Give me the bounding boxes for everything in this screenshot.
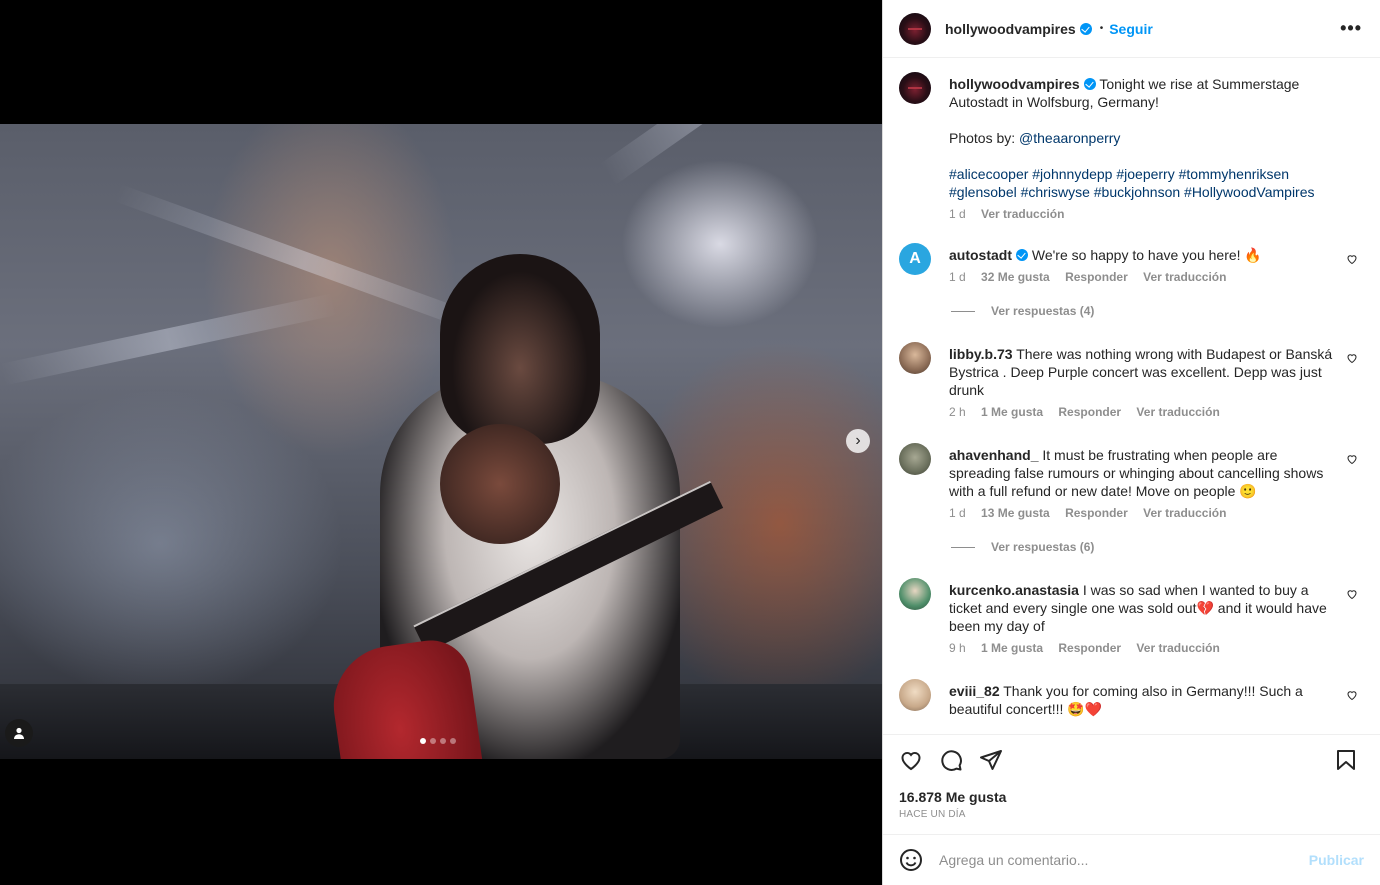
separator: • <box>1099 23 1104 34</box>
share-icon[interactable] <box>979 748 1003 772</box>
heart-icon[interactable] <box>899 748 923 772</box>
reply-button[interactable]: Responder <box>1058 405 1121 419</box>
heart-icon[interactable] <box>1346 253 1358 265</box>
heart-icon[interactable] <box>1346 352 1358 364</box>
performer-head <box>440 254 600 444</box>
reply-button[interactable]: Responder <box>1065 270 1128 284</box>
translate-button[interactable]: Ver traducción <box>1143 506 1226 520</box>
avatar[interactable] <box>899 342 931 374</box>
post-time: Hace un día <box>899 809 966 820</box>
carousel-dot <box>420 738 426 744</box>
reply-button[interactable]: Responder <box>1058 641 1121 655</box>
avatar[interactable]: A <box>899 243 931 275</box>
translate-button[interactable]: Ver traducción <box>1136 405 1219 419</box>
translate-button[interactable]: Ver traducción <box>1136 641 1219 655</box>
heart-icon[interactable] <box>1346 453 1358 465</box>
carousel-indicator <box>420 738 456 744</box>
carousel-dot <box>450 738 456 744</box>
bookmark-icon[interactable] <box>1334 748 1358 772</box>
heart-icon[interactable] <box>1346 588 1358 600</box>
comment-time: 1 d <box>949 506 966 520</box>
comment-username[interactable]: kurcenko.anastasia <box>949 582 1079 598</box>
chevron-right-icon[interactable]: › <box>846 429 870 453</box>
post-header: hollywoodvampires • Seguir ••• <box>883 0 1380 58</box>
emoji-icon[interactable] <box>899 848 923 872</box>
comment-username[interactable]: libby.b.73 <box>949 346 1013 362</box>
comment: eviii_82 Thank you for coming also in Ge… <box>899 679 1364 718</box>
comment-time: 2 h <box>949 405 966 419</box>
avatar[interactable] <box>899 12 931 45</box>
comment-username[interactable]: autostadt <box>949 247 1012 263</box>
carousel-dot <box>430 738 436 744</box>
tagged-user-icon[interactable] <box>5 719 33 747</box>
comment-username[interactable]: ahavenhand_ <box>949 447 1038 463</box>
verified-icon <box>1083 78 1096 90</box>
more-options-icon[interactable]: ••• <box>1340 18 1362 39</box>
translate-button[interactable]: Ver traducción <box>981 207 1064 221</box>
verified-icon <box>1016 249 1028 261</box>
comment: A autostadt We're so happy to have you h… <box>899 243 1364 284</box>
avatar[interactable] <box>899 679 931 711</box>
view-replies-button[interactable]: Ver respuestas (4) <box>949 304 1364 318</box>
comment-likes[interactable]: 13 Me gusta <box>981 506 1050 520</box>
avatar[interactable] <box>899 72 931 104</box>
photo-credit-link[interactable]: @theaaronperry <box>1019 130 1120 146</box>
comment-username[interactable]: eviii_82 <box>949 683 1000 699</box>
comments-list: hollywoodvampires Tonight we rise at Sum… <box>883 58 1380 734</box>
carousel-dot <box>440 738 446 744</box>
photos-prefix: Photos by: <box>949 130 1020 146</box>
comment-time: 1 d <box>949 270 966 284</box>
comment-likes[interactable]: 1 Me gusta <box>981 405 1043 419</box>
comment-text: We're so happy to have you here! 🔥 <box>1031 247 1262 263</box>
avatar[interactable] <box>899 443 931 475</box>
verified-icon <box>1079 22 1092 35</box>
reply-button[interactable]: Responder <box>1065 506 1128 520</box>
post-sidebar: hollywoodvampires • Seguir ••• hollywood… <box>882 0 1380 885</box>
comment: kurcenko.anastasia I was so sad when I w… <box>899 578 1364 655</box>
post-actions: 16.878 Me gusta Hace un día <box>883 734 1380 834</box>
likes-count[interactable]: 16.878 Me gusta <box>899 789 1364 805</box>
comment-icon[interactable] <box>939 748 963 772</box>
media-panel: › <box>0 0 882 885</box>
follow-button[interactable]: Seguir <box>1109 21 1153 37</box>
add-comment-bar: Agrega un comentario... Publicar <box>883 834 1380 885</box>
translate-button[interactable]: Ver traducción <box>1143 270 1226 284</box>
caption-username[interactable]: hollywoodvampires <box>949 76 1080 92</box>
comment-likes[interactable]: 1 Me gusta <box>981 641 1043 655</box>
comment: libby.b.73 There was nothing wrong with … <box>899 342 1364 419</box>
header-username[interactable]: hollywoodvampires <box>945 21 1076 37</box>
caption: hollywoodvampires Tonight we rise at Sum… <box>899 72 1364 221</box>
comment-likes[interactable]: 32 Me gusta <box>981 270 1050 284</box>
avatar[interactable] <box>899 578 931 610</box>
publish-button[interactable]: Publicar <box>1309 852 1364 868</box>
hashtags[interactable]: #alicecooper #johnnydepp #joeperry #tomm… <box>949 165 1336 201</box>
comment-input[interactable]: Agrega un comentario... <box>939 852 1309 868</box>
comment: ahavenhand_ It must be frustrating when … <box>899 443 1364 520</box>
heart-icon[interactable] <box>1346 689 1358 701</box>
comment-text: Thank you for coming also in Germany!!! … <box>949 683 1303 717</box>
caption-time: 1 d <box>949 207 966 221</box>
post-photo[interactable] <box>0 124 882 759</box>
view-replies-button[interactable]: Ver respuestas (6) <box>949 540 1364 554</box>
comment-time: 9 h <box>949 641 966 655</box>
performer-fist <box>440 424 560 544</box>
